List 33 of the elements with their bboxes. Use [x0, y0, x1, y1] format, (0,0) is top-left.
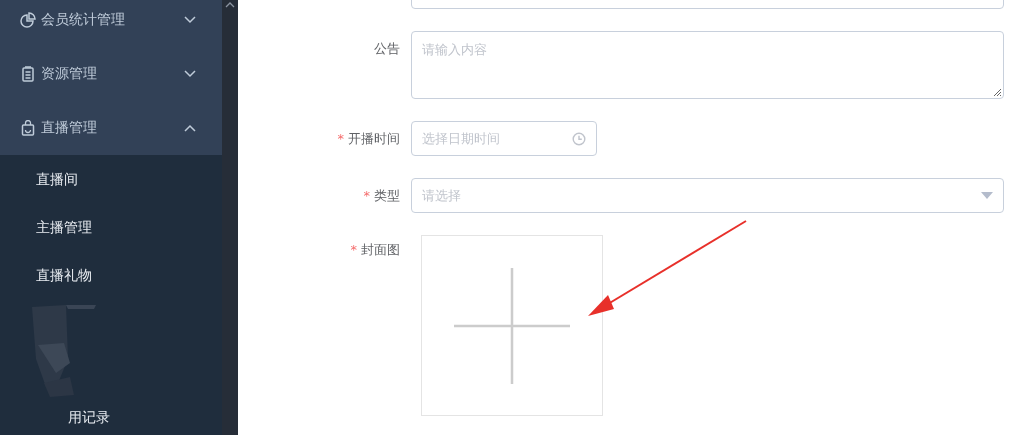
placeholder: 请输入内容: [422, 42, 487, 57]
field-label: 公告: [374, 41, 400, 56]
menu-label: 会员统计管理: [41, 11, 126, 29]
menu-item[interactable]: 资源管理: [0, 47, 222, 101]
clipboard-icon: [20, 66, 36, 82]
menu-label: 资源管理: [41, 65, 98, 83]
submenu-item[interactable]: 直播礼物: [0, 251, 222, 299]
menu-item[interactable]: 直播管理: [0, 101, 222, 155]
caret-down-icon: [184, 70, 196, 78]
upload-box[interactable]: [421, 235, 603, 416]
field-label: 开播时间: [348, 131, 400, 146]
caret-up-icon: [184, 124, 196, 132]
scrollbar[interactable]: [222, 0, 238, 435]
required-mark: *: [337, 131, 344, 146]
field-label: 类型: [374, 188, 400, 203]
submenu-item[interactable]: 直播间: [0, 155, 222, 203]
submenu-item[interactable]: 主播管理: [0, 203, 222, 251]
placeholder: 选择日期时间: [422, 129, 501, 148]
required-mark: *: [363, 188, 370, 203]
menu-item[interactable]: 会员统计管理: [0, 0, 222, 47]
required-mark: *: [350, 242, 357, 257]
bag-icon: [20, 120, 36, 136]
scroll-up-icon[interactable]: [225, 2, 235, 8]
submenu-item[interactable]: 用记录: [0, 401, 222, 433]
field-label: 封面图: [361, 242, 400, 257]
clock-icon: [572, 131, 586, 146]
resize-grip-icon: [992, 87, 1002, 97]
pie-chart-icon: [20, 12, 36, 28]
dropdown-arrow-icon: [981, 192, 993, 199]
placeholder: 请选择: [422, 186, 462, 205]
plus-icon: [454, 267, 570, 384]
menu-label: 直播管理: [41, 119, 98, 137]
caret-down-icon: [184, 16, 196, 24]
